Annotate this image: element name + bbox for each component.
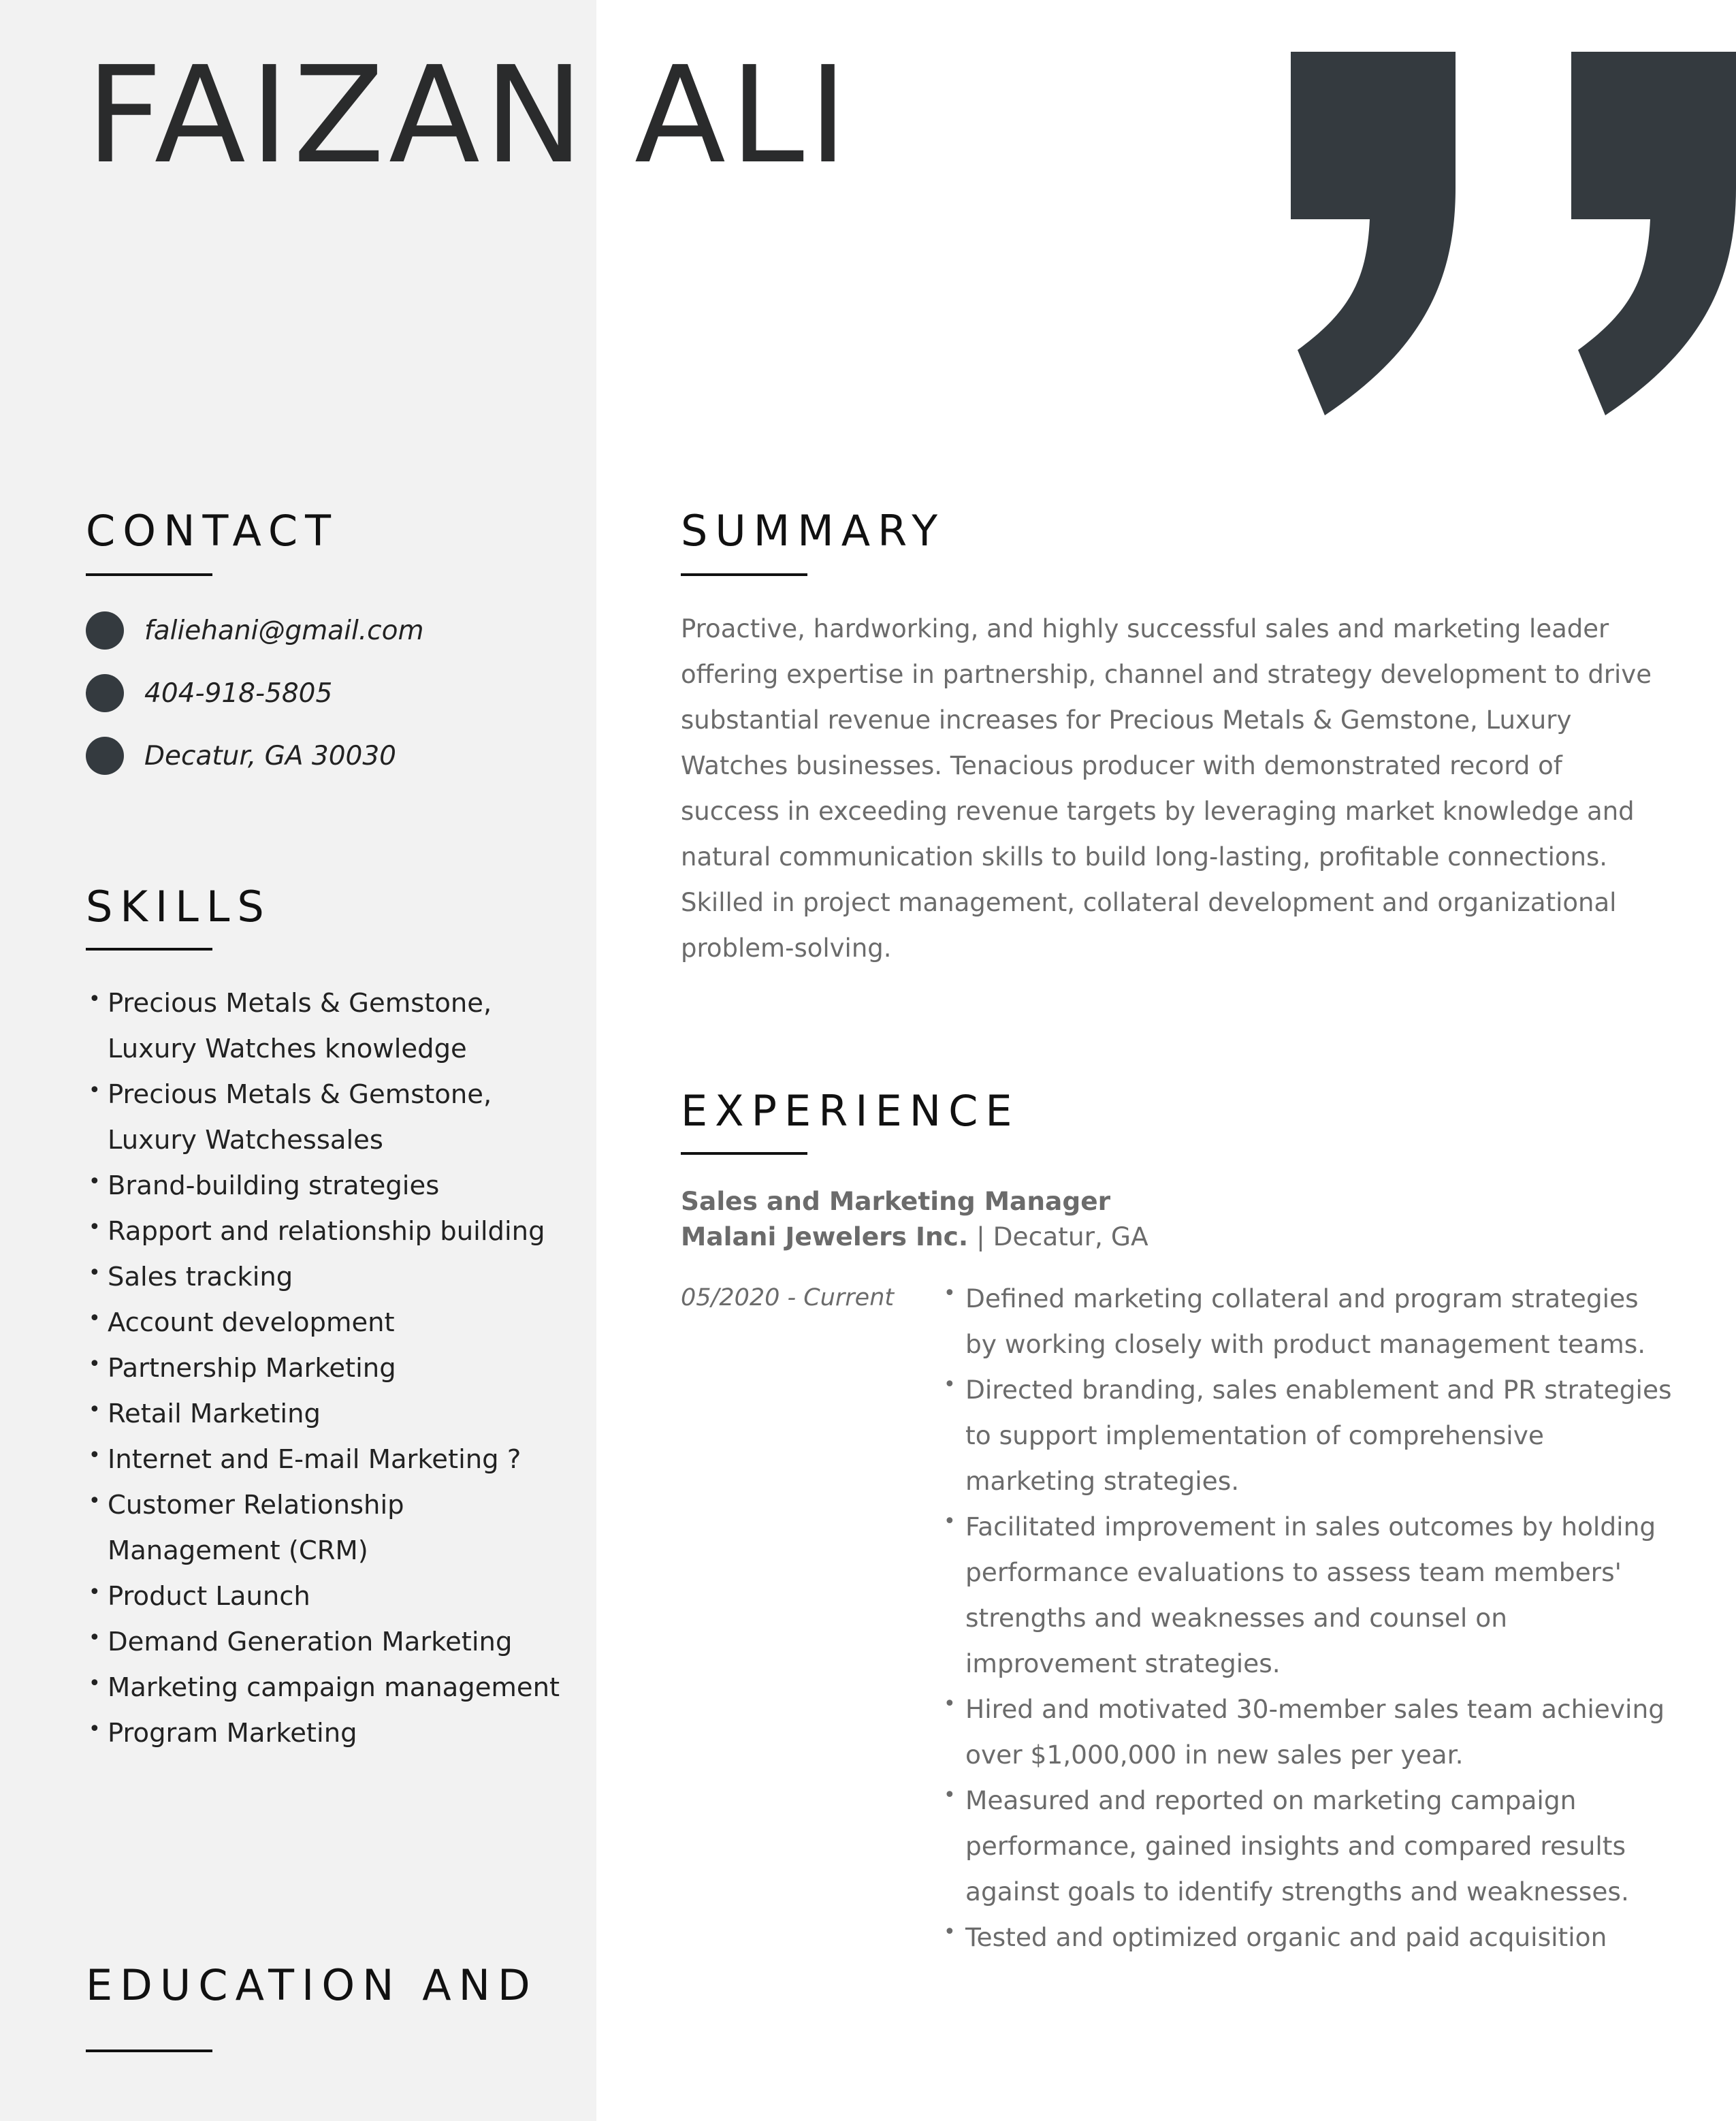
contact-email: faliehani@gmail.com [86,599,583,662]
skill-item: • Retail Marketing [86,1391,576,1437]
skill-item: • Customer Relationship Management (CRM) [86,1482,576,1574]
bullet-icon: • [89,1307,101,1330]
phone-icon [86,674,124,712]
location-icon [86,737,124,775]
contact-location-text: Decatur, GA 30030 [144,740,396,771]
experience-divider [681,1152,807,1155]
job-bullet: • Facilitated improvement in sales outcom… [944,1504,1672,1687]
bullet-icon: • [944,1783,956,1807]
skill-item: • Account development [86,1300,576,1345]
contact-heading: CONTACT [86,506,339,556]
bullet-icon: • [89,1261,101,1285]
bullet-icon: • [89,1489,101,1513]
experience-heading: EXPERIENCE [681,1086,1020,1136]
skills-heading: SKILLS [86,882,272,931]
skill-item: • Rapport and relationship building [86,1209,576,1254]
bullet-icon: • [89,1398,101,1422]
bullet-icon: • [944,1920,956,1944]
job-bullet: • Defined marketing collateral and progra… [944,1276,1672,1367]
summary-heading: SUMMARY [681,506,946,556]
job-location: Decatur, GA [993,1222,1148,1251]
bullet-icon: • [944,1281,956,1305]
job-bullet: • Hired and motivated 30-member sales tea… [944,1687,1672,1778]
bullet-icon: • [89,1626,101,1650]
job-bullet: • Directed branding, sales enablement and… [944,1367,1672,1504]
email-icon [86,611,124,650]
job-company-line: Malani Jewelers Inc. | Decatur, GA [681,1219,1148,1254]
summary-divider [681,573,807,576]
bullet-icon: • [89,1170,101,1194]
contact-phone: 404-918-5805 [86,662,583,724]
skill-item: • Program Marketing [86,1710,576,1756]
bullet-icon: • [944,1692,956,1716]
job-dates: 05/2020 - Current [681,1284,895,1311]
summary-text: Proactive, hardworking, and highly succe… [681,614,1652,963]
skills-list: • Precious Metals & Gemstone, Luxury Watc… [86,980,576,1756]
job-bullet: • Tested and optimized organic and paid a… [944,1915,1672,1960]
contact-location: Decatur, GA 30030 [86,724,583,787]
contact-list: faliehani@gmail.com 404-918-5805 Decatur… [86,599,583,787]
skill-item: • Product Launch [86,1574,576,1619]
skill-item: • Sales tracking [86,1254,576,1300]
education-heading: EDUCATION AND [86,1960,538,2010]
skills-divider [86,948,212,951]
bullet-icon: • [89,1352,101,1376]
skill-item: • Demand Generation Marketing [86,1619,576,1665]
skill-item: • Internet and E-mail Marketing ? [86,1437,576,1482]
contact-divider [86,573,212,576]
job-bullet: • Measured and reported on marketing camp… [944,1778,1672,1915]
skill-item: • Precious Metals & Gemstone, Luxury Watc… [86,980,576,1072]
bullet-icon: • [89,1580,101,1604]
skill-item: • Brand-building strategies [86,1163,576,1209]
bullet-icon: • [89,1215,101,1239]
bullet-icon: • [944,1373,956,1397]
skill-item: • Partnership Marketing [86,1345,576,1391]
bullet-icon: • [89,1079,101,1102]
job-title: Sales and Marketing Manager [681,1186,1111,1216]
job-separator: | [976,1222,985,1251]
job-company: Malani Jewelers Inc. [681,1222,969,1251]
skill-item: • Marketing campaign management [86,1665,576,1710]
quotation-mark-icon [1270,52,1736,419]
job-bullet-list: • Defined marketing collateral and progra… [944,1276,1672,1960]
skill-item: • Precious Metals & Gemstone, Luxury Watc… [86,1072,576,1163]
bullet-icon: • [89,987,101,1011]
resume-name: FAIZAN ALI [86,38,852,193]
bullet-icon: • [89,1717,101,1741]
contact-email-text[interactable]: faliehani@gmail.com [144,616,423,646]
contact-phone-text[interactable]: 404-918-5805 [144,678,332,709]
education-divider [86,2050,212,2052]
bullet-icon: • [89,1672,101,1695]
bullet-icon: • [944,1510,956,1533]
bullet-icon: • [89,1444,101,1467]
